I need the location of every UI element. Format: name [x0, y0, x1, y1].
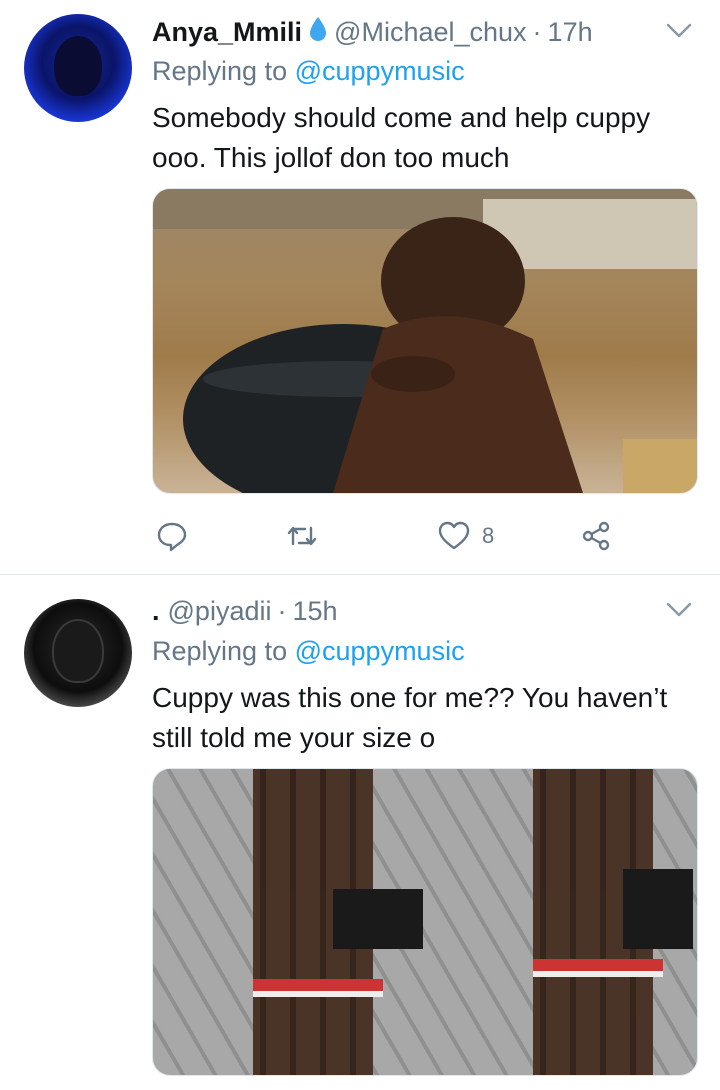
separator: ·: [532, 16, 542, 47]
replying-prefix: Replying to: [152, 636, 288, 666]
user-handle[interactable]: @Michael_chux: [334, 17, 527, 48]
replying-prefix: Replying to: [152, 56, 288, 86]
timestamp[interactable]: 17h: [548, 17, 593, 48]
replying-to: Replying to @cuppymusic: [152, 56, 465, 87]
tweet-header: Anya_Mmili @Michael_chux · 17h: [152, 14, 593, 50]
retweet-button[interactable]: [286, 516, 318, 556]
separator: ·: [277, 595, 287, 626]
timestamp[interactable]: 15h: [292, 596, 337, 627]
display-name[interactable]: Anya_Mmili: [152, 17, 302, 48]
tweet-text: Cuppy was this one for me?? You haven’t …: [152, 682, 668, 753]
reply-button[interactable]: [156, 516, 188, 556]
replying-to: Replying to @cuppymusic: [152, 636, 465, 667]
chevron-down-icon[interactable]: [666, 601, 692, 619]
replying-handle-link[interactable]: @cuppymusic: [295, 56, 465, 86]
droplet-icon: [308, 16, 328, 49]
like-button[interactable]: 8: [438, 516, 494, 556]
share-button[interactable]: [580, 516, 612, 556]
retweet-icon: [287, 526, 317, 546]
tweet-header: . @piyadii · 15h: [152, 593, 338, 629]
tweet[interactable]: Anya_Mmili @Michael_chux · 17h Replying …: [0, 0, 720, 574]
avatar-face: [54, 36, 102, 96]
chevron-down-icon[interactable]: [666, 22, 692, 40]
tweet-actions: 8: [152, 516, 672, 556]
avatar[interactable]: [24, 599, 132, 707]
display-name[interactable]: .: [152, 596, 160, 627]
photo-content: [153, 189, 697, 493]
avatar[interactable]: [24, 14, 132, 122]
avatar-face: [54, 621, 102, 681]
like-count: 8: [482, 523, 495, 548]
reply-icon: [157, 522, 187, 552]
tweet-image[interactable]: [152, 188, 698, 494]
photo-content: [253, 769, 693, 1075]
tweet-text: Somebody should come and help cuppy ooo.…: [152, 102, 651, 173]
user-handle[interactable]: @piyadii: [168, 596, 272, 627]
like-icon: [438, 521, 470, 550]
tweet-image[interactable]: [152, 768, 698, 1076]
replying-handle-link[interactable]: @cuppymusic: [295, 636, 465, 666]
share-icon: [582, 521, 610, 551]
